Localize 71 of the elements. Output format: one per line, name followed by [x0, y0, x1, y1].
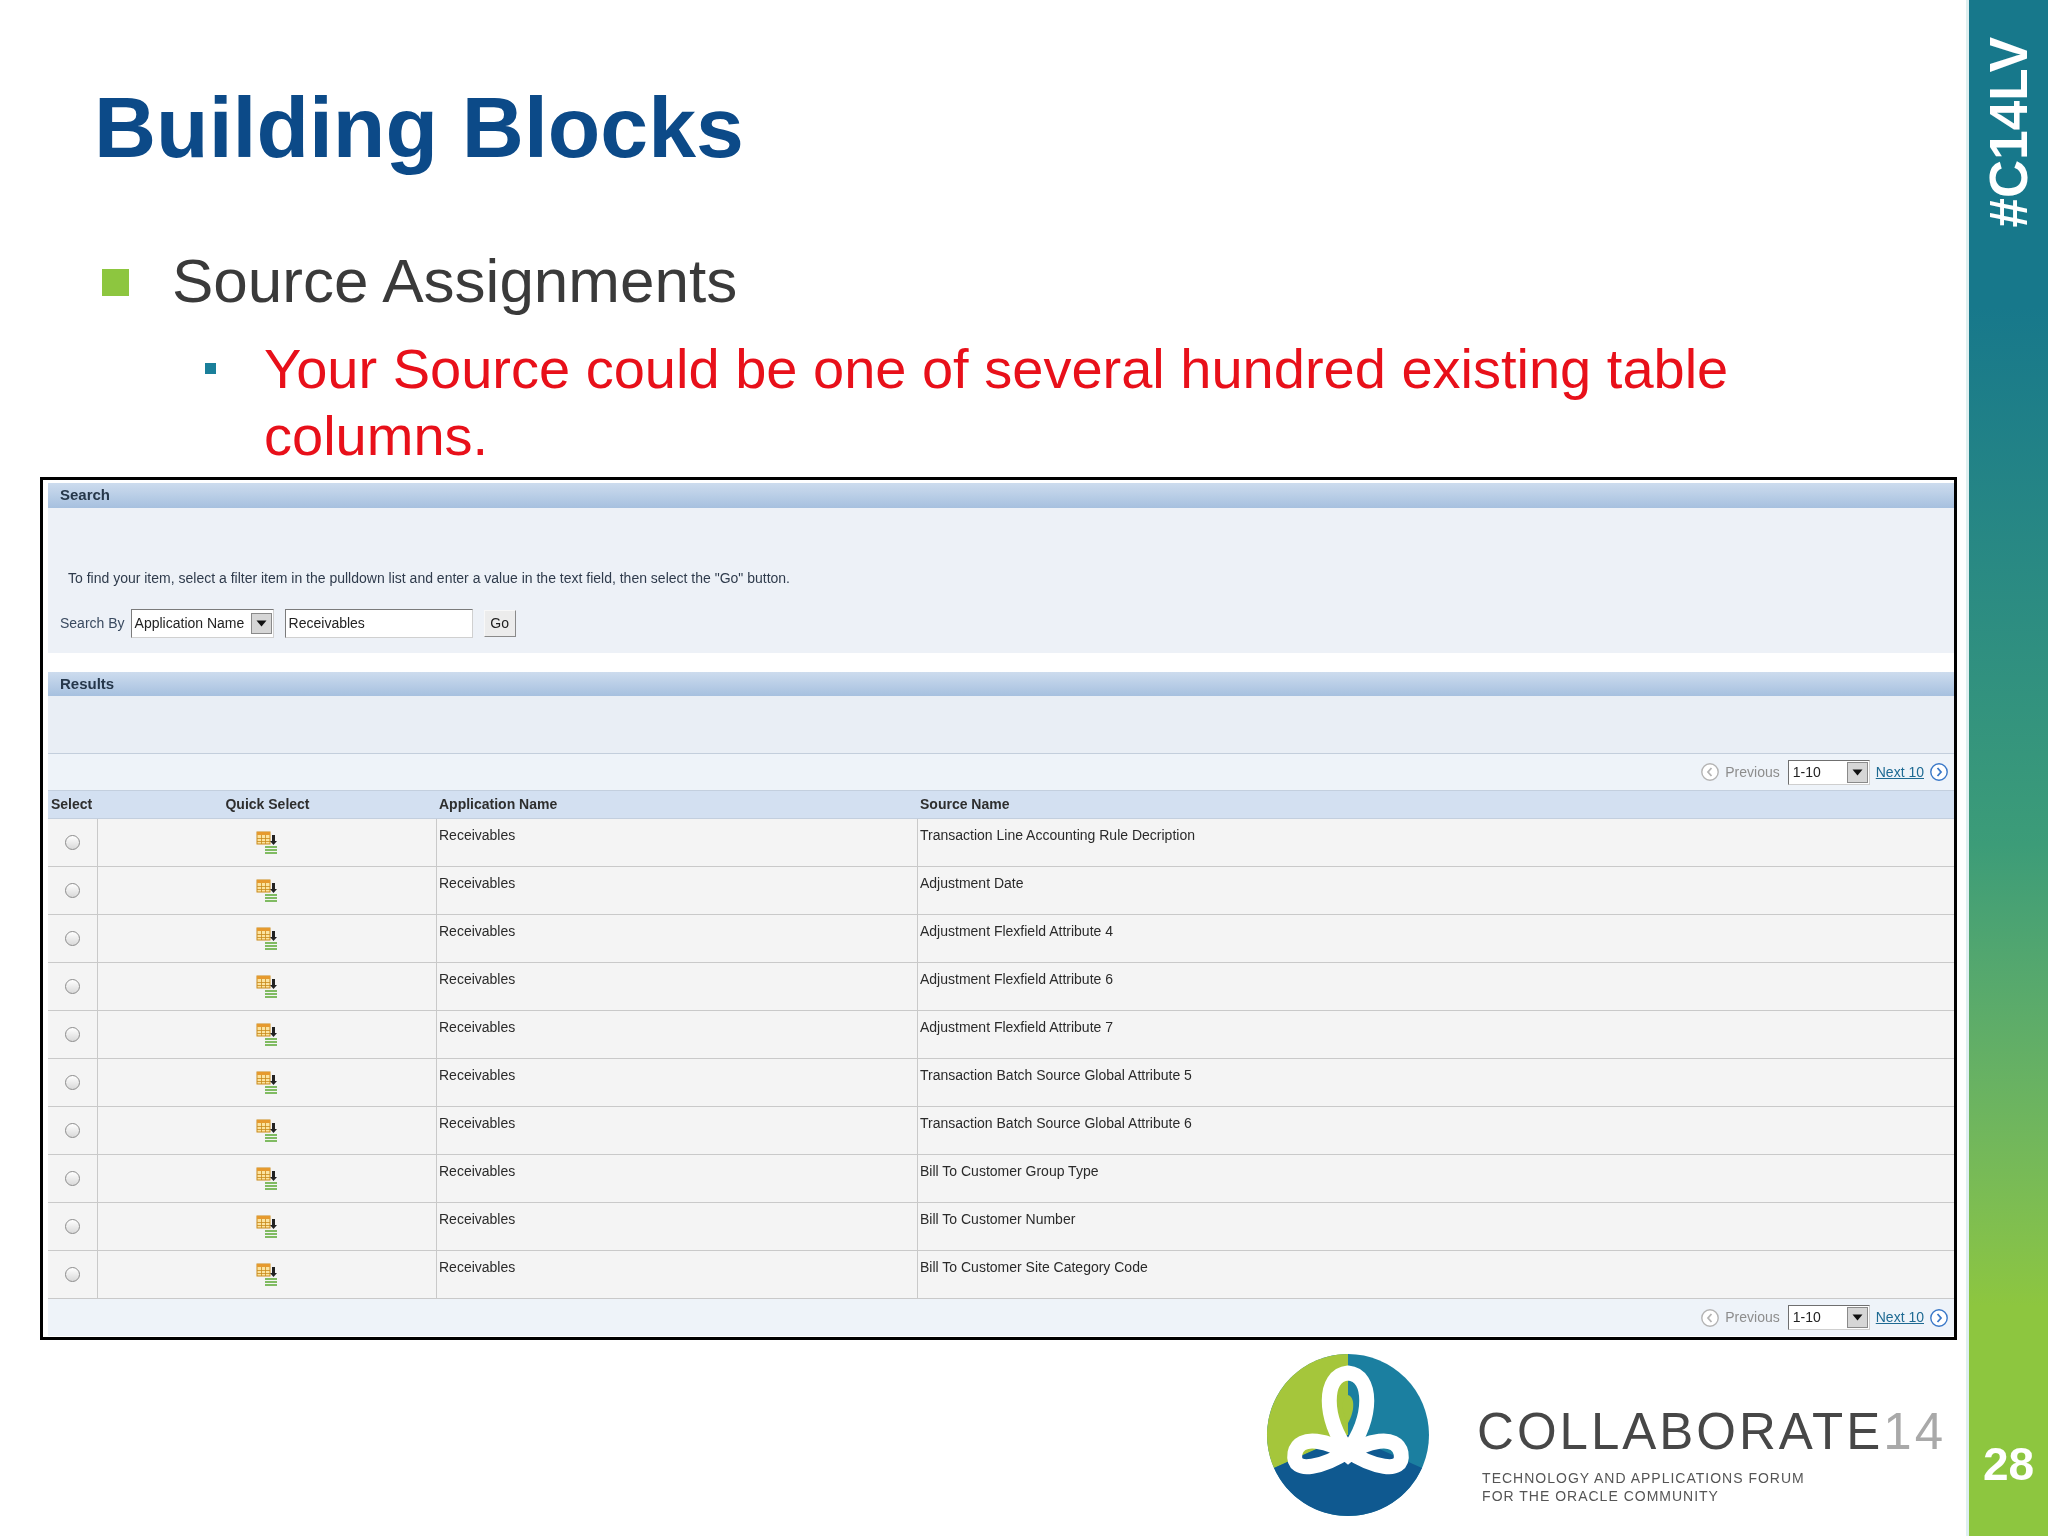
table-cell: Receivables — [437, 867, 918, 915]
radio-button[interactable] — [65, 1267, 80, 1283]
table-arrow-icon[interactable] — [256, 1022, 278, 1047]
table-cell: Receivables — [437, 1251, 918, 1299]
radio-button[interactable] — [65, 1123, 80, 1139]
radio-button[interactable] — [65, 1219, 80, 1235]
table-arrow-icon[interactable] — [256, 1070, 278, 1095]
caret-down-icon — [250, 612, 272, 634]
table-arrow-icon[interactable] — [256, 1166, 278, 1191]
bullet-text: Source Assignments — [172, 244, 738, 317]
table-cell-text: Adjustment Date — [919, 874, 1025, 894]
table-arrow-icon[interactable] — [256, 1262, 278, 1287]
table-cell: Receivables — [437, 963, 918, 1011]
column-header: Application Name — [438, 795, 559, 815]
table-cell-text: Transaction Line Accounting Rule Decription — [919, 826, 1196, 846]
next-link[interactable]: Next 10 — [1875, 1307, 1924, 1329]
circle-chevron-right-icon[interactable] — [1930, 763, 1948, 782]
caret-down-icon — [1846, 761, 1868, 783]
section-header: Results — [48, 672, 1954, 697]
page-number: 28 — [1982, 1441, 2035, 1487]
table-cell-text: Bill To Customer Site Category Code — [919, 1258, 1149, 1278]
table-cell: Receivables — [437, 1011, 918, 1059]
sub-bullet-text: Your Source could be one of several hundred existing table columns. — [264, 336, 1730, 470]
instructions-text: To find your item, select a filter item in the pulldown list and enter a value in the text field, then select the "Go" button. — [67, 569, 790, 588]
table-cell: Receivables — [437, 819, 918, 867]
table-cell: Receivables — [437, 1059, 918, 1107]
radio-button[interactable] — [65, 979, 80, 995]
table-cell-text: Adjustment Flexfield Attribute 6 — [919, 970, 1114, 990]
section-header: Search — [48, 483, 1954, 509]
column-header: Quick Select — [224, 795, 311, 815]
table-cell-text: Bill To Customer Number — [919, 1210, 1077, 1230]
table-arrow-icon[interactable] — [256, 926, 278, 951]
square-bullet-icon — [102, 268, 129, 296]
table-cell-text: Adjustment Flexfield Attribute 4 — [919, 922, 1114, 942]
table-cell-text: Bill To Customer Group Type — [919, 1162, 1100, 1182]
range-select[interactable]: 1-10 — [1787, 759, 1870, 785]
text-field[interactable]: Receivables — [284, 608, 473, 638]
table-cell: Receivables — [437, 1155, 918, 1203]
table-arrow-icon[interactable] — [256, 1214, 278, 1239]
table-arrow-icon[interactable] — [256, 974, 278, 999]
column-header: Select — [50, 795, 94, 815]
radio-button[interactable] — [65, 931, 80, 947]
square-bullet-icon — [205, 363, 216, 375]
table-cell-text: Adjustment Flexfield Attribute 7 — [919, 1018, 1114, 1038]
radio-button[interactable] — [65, 1171, 80, 1187]
circle-chevron-right-icon[interactable] — [1930, 1308, 1948, 1327]
logo-tagline: FOR THE ORACLE COMMUNITY — [1482, 1487, 1720, 1506]
logo-wordmark: COLLABORATE14 — [1477, 1406, 1946, 1458]
go-button[interactable]: Go — [483, 609, 516, 637]
logo-tagline: TECHNOLOGY AND APPLICATIONS FORUM — [1482, 1469, 1806, 1488]
table-arrow-icon[interactable] — [256, 878, 278, 903]
table-cell: Receivables — [437, 1107, 918, 1155]
radio-button[interactable] — [65, 1075, 80, 1091]
slide-title: Building Blocks — [94, 78, 744, 177]
column-header: Source Name — [919, 795, 1011, 815]
table-cell: Receivables — [437, 915, 918, 963]
trefoil-logo-icon — [1265, 1353, 1432, 1518]
table-arrow-icon[interactable] — [256, 1118, 278, 1143]
table-cell-text: Transaction Batch Source Global Attribute 5 — [919, 1066, 1193, 1086]
caret-down-icon — [1846, 1307, 1868, 1329]
table-cell: Receivables — [437, 1203, 918, 1251]
table-arrow-icon[interactable] — [256, 830, 278, 855]
hashtag-text: #C14LV — [1982, 37, 2035, 228]
search-by-label: Search By — [60, 613, 125, 633]
radio-button[interactable] — [65, 835, 80, 851]
next-link[interactable]: Next 10 — [1875, 761, 1924, 783]
table-cell-text: Transaction Batch Source Global Attribute 6 — [919, 1114, 1193, 1134]
range-select[interactable]: 1-10 — [1787, 1305, 1870, 1331]
radio-button[interactable] — [65, 883, 80, 899]
filter-select[interactable]: Application Name — [130, 608, 274, 638]
radio-button[interactable] — [65, 1027, 80, 1043]
